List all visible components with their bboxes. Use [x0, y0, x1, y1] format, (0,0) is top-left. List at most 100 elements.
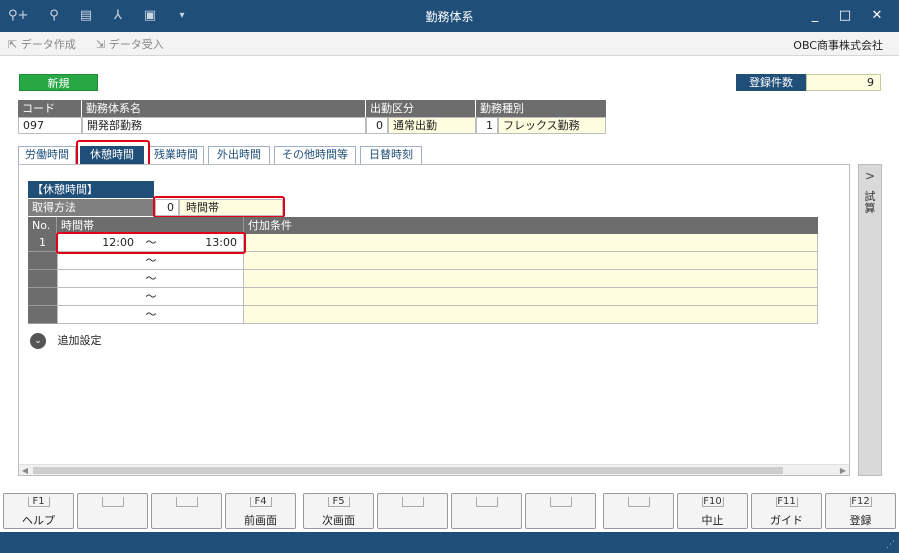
- section-title: 【休憩時間】: [28, 181, 154, 198]
- f6-button[interactable]: [377, 493, 448, 529]
- row-number: [28, 288, 57, 306]
- end-time[interactable]: 13:00: [205, 234, 237, 251]
- tab-day-change-time[interactable]: 日替時刻: [360, 146, 422, 164]
- range-separator: ～: [145, 272, 157, 285]
- range-separator: ～: [145, 308, 157, 321]
- attendance-code-field[interactable]: 0: [366, 117, 388, 134]
- time-range-cell[interactable]: 12:00 ～ 13:00: [57, 234, 244, 252]
- tab-other-hours[interactable]: その他時間等: [274, 146, 356, 164]
- fkey-label: 前画面: [244, 514, 277, 527]
- fkey-label: 登録: [849, 514, 872, 527]
- create-data-button[interactable]: ⇱ データ作成: [8, 36, 76, 52]
- fkey-number: [78, 496, 147, 509]
- import-icon: ⇲: [96, 38, 106, 51]
- title-bar: ⚲+ ⚲ ▤ ⅄ ▣ ▾ 勤務体系 _ □ ✕: [0, 0, 899, 32]
- scroll-thumb[interactable]: [33, 467, 783, 474]
- secondary-toolbar: ⇱ データ作成 ⇲ データ受入 OBC商事株式会社: [0, 32, 899, 56]
- method-code-field[interactable]: 0: [155, 199, 179, 216]
- worktype-code-field[interactable]: 1: [476, 117, 498, 134]
- grid-header-no: No.: [28, 217, 57, 234]
- tab-break-hours[interactable]: 休憩時間: [80, 146, 144, 164]
- function-key-bar: F1 ヘルプ F4 前画面 F5 次画面 F10 中止 F11 ガイド F12 …: [0, 493, 899, 531]
- additional-settings-label: 追加設定: [57, 334, 102, 347]
- name-field[interactable]: 開発部勤務: [82, 117, 366, 134]
- tab-overtime-hours[interactable]: 残業時間: [148, 146, 204, 164]
- tab-outing-hours[interactable]: 外出時間: [208, 146, 270, 164]
- f10-cancel-button[interactable]: F10 中止: [677, 493, 748, 529]
- fkey-number: [604, 496, 673, 509]
- receive-data-button[interactable]: ⇲ データ受入: [96, 36, 164, 52]
- range-separator: ～: [145, 254, 157, 267]
- fkey-number: [526, 496, 595, 509]
- fkey-number: F1: [32, 496, 45, 507]
- grid-header-time: 時間帯: [57, 217, 244, 234]
- fkey-number: F12: [851, 496, 870, 507]
- chevron-down-icon: ⌄: [30, 333, 46, 349]
- f8-button[interactable]: [525, 493, 596, 529]
- f7-button[interactable]: [451, 493, 522, 529]
- fkey-number: [452, 496, 521, 509]
- code-header: コード: [18, 100, 82, 117]
- time-range-cell[interactable]: ～: [57, 288, 244, 306]
- fkey-label: 次画面: [322, 514, 355, 527]
- fkey-number: F10: [703, 496, 722, 507]
- expand-arrow-icon[interactable]: >: [859, 169, 881, 183]
- f9-button[interactable]: [603, 493, 674, 529]
- row-number: [28, 306, 57, 324]
- time-range-cell[interactable]: ～: [57, 270, 244, 288]
- fkey-label: 中止: [701, 514, 724, 527]
- method-name-field: 時間帯: [179, 199, 283, 216]
- fkey-number: F4: [254, 496, 267, 507]
- mode-badge: 新規: [19, 74, 98, 91]
- record-count-value: 9: [806, 74, 881, 91]
- condition-cell[interactable]: [244, 288, 818, 306]
- maximize-button[interactable]: □: [834, 6, 856, 26]
- range-separator: ～: [145, 290, 157, 303]
- row-number: 1: [28, 234, 57, 252]
- condition-cell[interactable]: [244, 270, 818, 288]
- code-field[interactable]: 097: [18, 117, 82, 134]
- scroll-right-icon[interactable]: ▶: [837, 465, 849, 476]
- f1-help-button[interactable]: F1 ヘルプ: [3, 493, 74, 529]
- grid-header-condition: 付加条件: [244, 217, 818, 234]
- receive-data-label: データ受入: [108, 38, 164, 51]
- f2-button[interactable]: [77, 493, 148, 529]
- minimize-button[interactable]: _: [804, 6, 826, 26]
- fkey-number: F11: [777, 496, 796, 507]
- f3-button[interactable]: [151, 493, 222, 529]
- trial-calc-panel[interactable]: > 試算: [858, 164, 882, 476]
- worktype-header: 勤務種別: [476, 100, 606, 117]
- record-count-label: 登録件数: [736, 74, 806, 91]
- start-time[interactable]: 12:00: [58, 234, 134, 251]
- condition-cell[interactable]: [244, 306, 818, 324]
- additional-settings-toggle[interactable]: ⌄ 追加設定: [30, 333, 102, 349]
- time-range-cell[interactable]: ～: [57, 306, 244, 324]
- time-range-cell[interactable]: ～: [57, 252, 244, 270]
- f12-register-button[interactable]: F12 登録: [825, 493, 896, 529]
- resize-grip-icon[interactable]: ⋰: [886, 540, 895, 550]
- range-separator: ～: [145, 236, 157, 249]
- close-button[interactable]: ✕: [866, 6, 888, 26]
- company-name: OBC商事株式会社: [793, 39, 883, 52]
- condition-cell[interactable]: [244, 234, 818, 252]
- trial-calc-label: 試算: [864, 190, 876, 215]
- fkey-number: [378, 496, 447, 509]
- attendance-header: 出勤区分: [366, 100, 476, 117]
- name-header: 勤務体系名: [82, 100, 366, 117]
- row-number: [28, 270, 57, 288]
- fkey-number: [152, 496, 221, 509]
- row-number: [28, 252, 57, 270]
- f5-next-screen-button[interactable]: F5 次画面: [303, 493, 374, 529]
- window-title: 勤務体系: [425, 10, 474, 24]
- export-icon: ⇱: [8, 38, 18, 51]
- f11-guide-button[interactable]: F11 ガイド: [751, 493, 822, 529]
- condition-cell[interactable]: [244, 252, 818, 270]
- worktype-name-field: フレックス勤務: [498, 117, 606, 134]
- f4-previous-screen-button[interactable]: F4 前画面: [225, 493, 296, 529]
- fkey-number: F5: [332, 496, 345, 507]
- attendance-name-field: 通常出勤: [388, 117, 476, 134]
- horizontal-scrollbar[interactable]: ◀ ▶: [19, 464, 849, 475]
- scroll-left-icon[interactable]: ◀: [19, 465, 31, 476]
- tab-work-hours[interactable]: 労働時間: [18, 146, 76, 164]
- create-data-label: データ作成: [20, 38, 76, 51]
